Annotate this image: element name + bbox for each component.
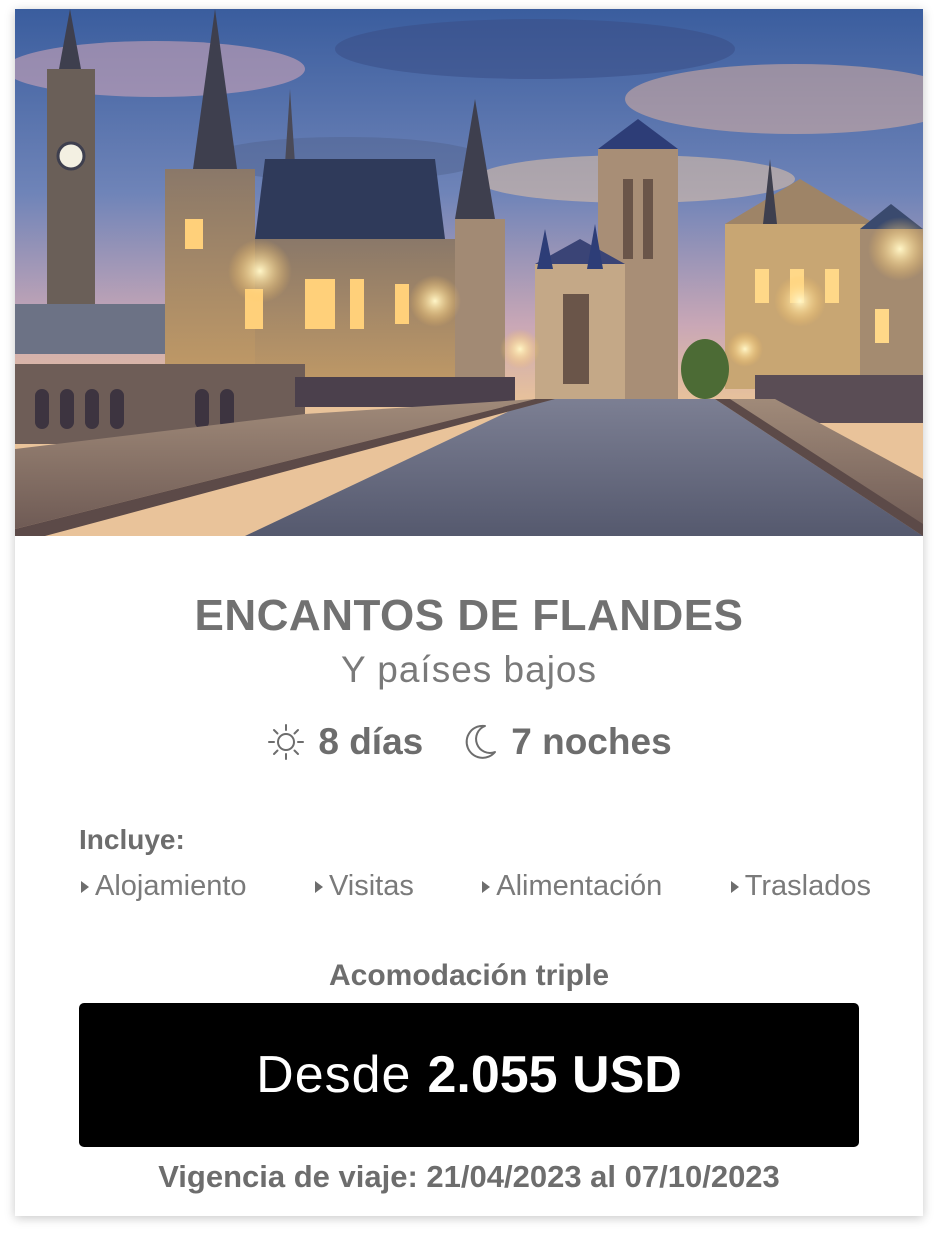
bullet-triangle-icon: [81, 880, 89, 893]
bullet-triangle-icon: [314, 880, 323, 893]
tour-duration: 8 días 7 noches: [15, 721, 923, 763]
bullet-triangle-icon: [730, 880, 739, 893]
include-item-label: Traslados: [744, 870, 871, 902]
include-item-alimentacion: Alimentación: [482, 870, 662, 903]
include-item-label: Visitas: [328, 870, 414, 902]
days-label: 8 días: [318, 721, 424, 762]
tour-card[interactable]: ENCANTOS DE FLANDES Y países bajos 8 día…: [15, 9, 923, 1216]
hero-image: [15, 9, 923, 536]
include-item-alojamiento: Alojamiento: [81, 870, 247, 903]
nights-info: 7 noches: [461, 721, 672, 763]
include-item-label: Alimentación: [496, 870, 663, 902]
include-item-visitas: Visitas: [314, 870, 414, 903]
include-item-traslados: Traslados: [730, 870, 871, 903]
includes-list: Alojamiento Visitas Alimentación Traslad…: [81, 870, 871, 903]
accommodation-type: Acomodación triple: [328, 959, 610, 992]
sun-icon: [268, 724, 305, 760]
nights-label: 7 noches: [511, 721, 672, 762]
tour-subtitle: Y países bajos: [340, 649, 598, 690]
days-info: 8 días: [266, 721, 423, 763]
tour-title: ENCANTOS DE FLANDES: [194, 591, 744, 640]
moon-icon: [465, 724, 497, 759]
travel-validity: Vigencia de viaje: 21/04/2023 al 07/10/2…: [158, 1159, 780, 1194]
price-prefix: Desde: [256, 1046, 412, 1104]
includes-label: Incluye:: [79, 824, 185, 855]
include-item-label: Alojamiento: [95, 870, 247, 902]
bullet-triangle-icon: [482, 880, 491, 893]
price-button[interactable]: Desde 2.055 USD: [79, 1003, 859, 1147]
price-amount: 2.055 USD: [427, 1046, 682, 1104]
